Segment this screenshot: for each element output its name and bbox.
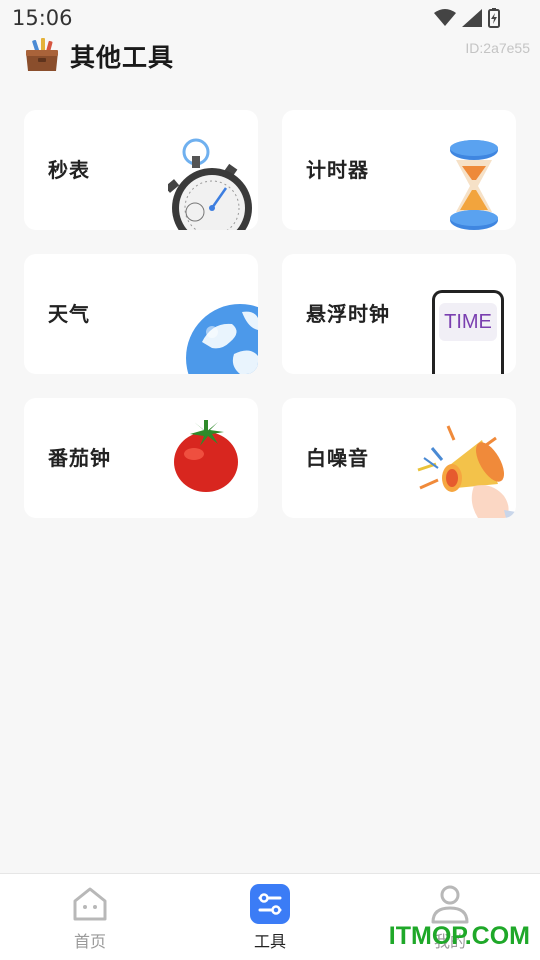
tool-label: 秒表 <box>48 158 90 182</box>
tool-label: 悬浮时钟 <box>306 302 390 326</box>
home-icon <box>70 884 110 924</box>
tools-grid: 秒表 计时器 天气 悬浮时钟 TIME 番茄钟 白噪音 <box>24 110 516 518</box>
page-title: 其他工具 <box>70 43 175 72</box>
status-bar: 15:06 <box>0 0 540 34</box>
tool-card-weather[interactable]: 天气 <box>24 254 258 374</box>
tools-icon <box>250 884 290 924</box>
phone-time-icon: TIME <box>432 290 504 374</box>
globe-icon <box>186 304 258 374</box>
nav-item-tools[interactable]: 工具 <box>210 874 330 960</box>
time-badge: TIME <box>439 303 497 341</box>
megaphone-icon <box>417 425 516 518</box>
page-header: 其他工具 ID:2a7e55 <box>0 34 540 78</box>
tool-label: 番茄钟 <box>48 446 111 470</box>
tool-card-pomodoro[interactable]: 番茄钟 <box>24 398 258 518</box>
profile-icon <box>430 884 470 924</box>
stopwatch-icon <box>168 138 252 230</box>
user-id-label: ID:2a7e55 <box>465 40 530 56</box>
nav-item-home[interactable]: 首页 <box>30 874 150 960</box>
status-icons <box>434 8 500 28</box>
tool-card-stopwatch[interactable]: 秒表 <box>24 110 258 230</box>
nav-label-home: 首页 <box>73 932 106 951</box>
status-time: 15:06 <box>12 6 73 30</box>
tomato-icon <box>174 420 238 492</box>
tool-card-floating-clock[interactable]: 悬浮时钟 TIME <box>282 254 516 374</box>
tool-label: 计时器 <box>306 158 369 182</box>
tool-card-white-noise[interactable]: 白噪音 <box>282 398 516 518</box>
nav-label-tools: 工具 <box>253 932 286 951</box>
signal-icon <box>462 9 482 27</box>
time-badge-text: TIME <box>444 310 492 333</box>
tool-label: 天气 <box>48 302 90 326</box>
wifi-icon <box>434 9 456 26</box>
watermark: ITMOP.COM <box>388 922 530 950</box>
toolbox-icon <box>26 38 58 71</box>
hourglass-icon <box>450 140 498 230</box>
tool-card-timer[interactable]: 计时器 <box>282 110 516 230</box>
battery-icon <box>488 8 500 28</box>
tool-label: 白噪音 <box>306 446 369 470</box>
